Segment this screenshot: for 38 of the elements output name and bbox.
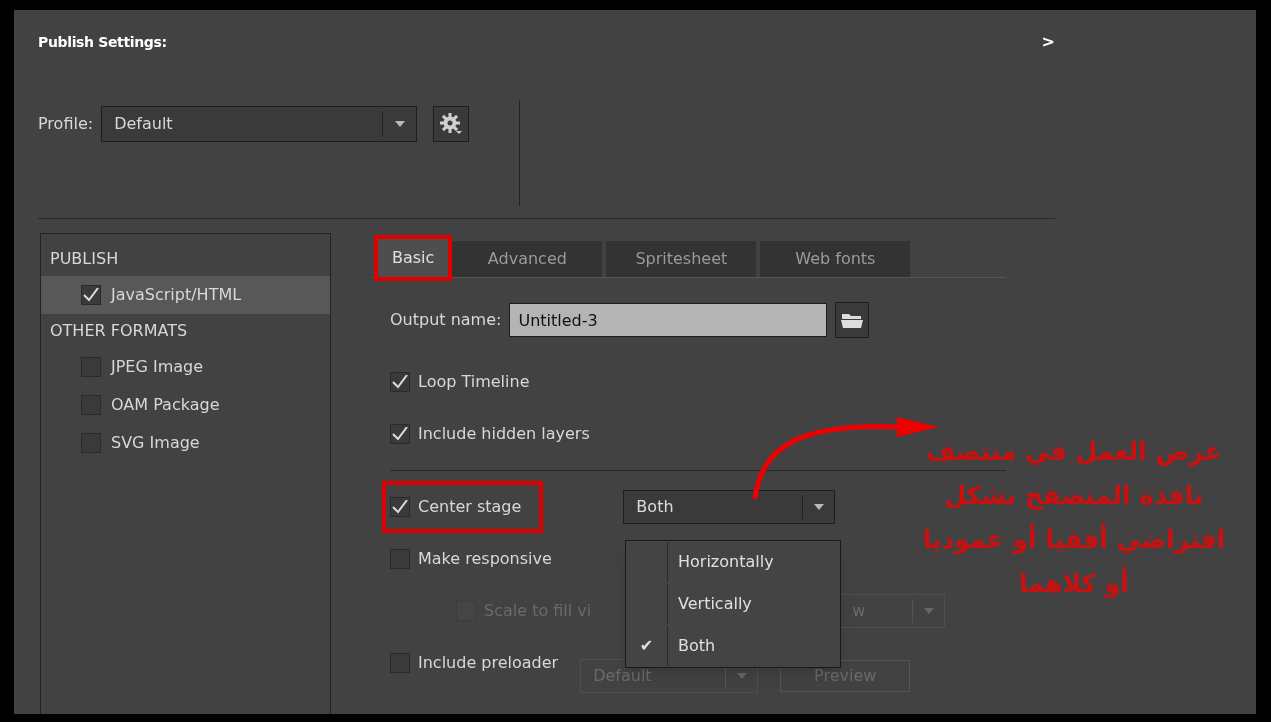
checkbox[interactable]	[390, 497, 410, 517]
checkbox[interactable]	[390, 653, 410, 673]
output-name-field[interactable]: Untitled-3	[509, 303, 828, 337]
dropdown-arrow-icon	[923, 608, 934, 614]
checkbox[interactable]	[81, 285, 101, 305]
checkbox[interactable]	[81, 433, 101, 453]
menu-item[interactable]: Horizontally	[626, 542, 840, 582]
checkbox[interactable]	[390, 549, 410, 569]
settings-button[interactable]	[433, 106, 470, 142]
collapse-button[interactable]: >	[1041, 30, 1055, 54]
checkbox[interactable]	[390, 424, 410, 444]
dropdown[interactable]: Both	[623, 490, 836, 524]
checkbox-option[interactable]: Center stage	[386, 485, 540, 529]
checkbox[interactable]	[390, 372, 410, 392]
browse-folder-button[interactable]	[835, 302, 870, 338]
checkbox-option[interactable]: Loop Timeline	[390, 370, 530, 394]
menu-item[interactable]: Vertically	[626, 584, 840, 624]
output-name-label: Output name:	[390, 309, 502, 331]
tab[interactable]: Advanced	[452, 241, 603, 277]
window-title: Publish Settings:	[38, 33, 167, 52]
dropdown-arrow-icon	[736, 673, 747, 679]
profile-dropdown[interactable]: Default	[101, 106, 418, 142]
checkbox-option[interactable]: Include preloader	[390, 651, 559, 675]
gear-icon	[440, 113, 463, 135]
checkbox-option[interactable]: Include hidden layers	[390, 422, 590, 446]
dropdown-arrow-icon	[813, 504, 824, 510]
format-list-item[interactable]: JavaScript/HTML	[41, 276, 330, 314]
checkbox[interactable]	[81, 395, 101, 415]
profile-label: Profile:	[38, 113, 94, 135]
section-heading: PUBLISH	[49, 248, 120, 270]
checkbox[interactable]	[81, 357, 101, 377]
check-icon: ✔	[639, 634, 654, 658]
checkbox-option[interactable]: Make responsive	[390, 547, 552, 571]
dropdown-arrow-icon	[394, 121, 405, 127]
tab[interactable]: Spritesheet	[606, 241, 757, 277]
tab[interactable]: Web fonts	[760, 241, 911, 277]
folder-icon	[841, 312, 864, 328]
section-heading: OTHER FORMATS	[49, 320, 189, 342]
